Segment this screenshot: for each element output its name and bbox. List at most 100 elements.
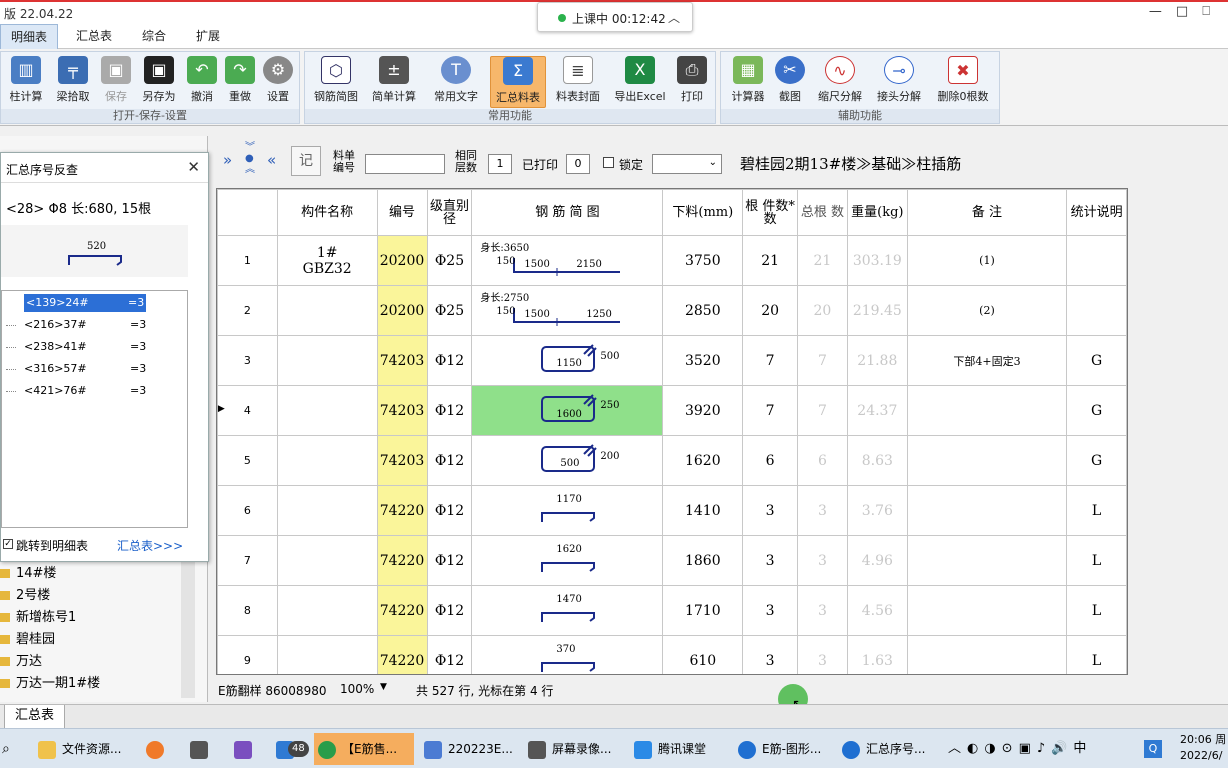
chevron-up-icon[interactable]: ︿ [668,9,680,26]
cell-total[interactable]: 7 [797,385,848,436]
cell-note[interactable]: (2) [906,285,1068,336]
cell-grade[interactable]: Φ12 [426,635,473,674]
tree-node[interactable]: <238>41# =3 [6,338,146,356]
cell-grade[interactable]: Φ12 [426,335,473,386]
cell-count[interactable]: 7 [742,385,799,436]
cell-total[interactable]: 3 [797,485,848,536]
cell-sketch[interactable]: 1170 [471,485,664,536]
simple-calc-button[interactable]: ± 简单计算 [369,56,419,108]
cell-cut-length[interactable]: 610 [662,635,744,674]
taskbar-visual-studio[interactable] [230,733,258,765]
project-item[interactable]: 万达 [0,651,42,673]
cell-index[interactable]: 7 [217,535,278,586]
joint-split-button[interactable]: ⊸ 接头分解 [874,56,924,108]
project-item[interactable]: 万达一期1#楼 [0,673,100,695]
cell-component[interactable] [276,435,378,486]
cell-component[interactable] [276,385,378,436]
taskbar-app-icon[interactable] [142,733,170,765]
tab-summary-sheet[interactable]: 汇总表 [4,705,66,729]
cell-index[interactable]: 9 [217,635,278,674]
cell-cut-length[interactable]: 3750 [662,235,744,286]
project-item[interactable]: 14#楼 [0,563,56,585]
tree-node[interactable]: <139>24# =3 [24,294,146,312]
cell-weight[interactable]: 21.88 [846,335,908,386]
cell-stat[interactable]: L [1066,535,1127,586]
taskbar-item-explorer[interactable]: 文件资源... [34,733,121,765]
cell-total[interactable]: 21 [797,235,848,286]
cell-index[interactable]: ▶ 4 [217,385,278,436]
project-item[interactable]: 2号楼 [0,585,50,607]
table-row[interactable]: 2 20200 Φ25 身长:2750 150 1500 1250 2850 20 20 2… [217,285,1127,336]
table-row[interactable]: ▶ 4 74203 Φ12 1600 250 3920 7 7 24.37 G [217,385,1127,436]
cell-code[interactable]: 20200 [376,235,428,286]
cell-count[interactable]: 7 [742,335,799,386]
cell-count[interactable]: 3 [742,485,799,536]
table-row[interactable]: 8 74220 Φ12 1470 1710 3 3 4.56 L [217,585,1127,636]
tab-detail[interactable]: 明细表 [0,24,59,49]
cell-grade[interactable]: Φ12 [426,435,473,486]
cell-stat[interactable]: G [1066,385,1127,436]
cell-component[interactable] [276,535,378,586]
printed-input[interactable]: 0 [566,154,590,174]
system-tray-icons[interactable]: ︿◐◑⊙▣♪🔊中 [948,733,1092,765]
cell-note[interactable] [906,635,1068,674]
cell-sketch[interactable]: 1600 250 [471,385,664,436]
summary-link[interactable]: 汇总表>>> [117,537,183,554]
cell-code[interactable]: 74203 [376,335,428,386]
project-item[interactable]: 碧桂园 [0,629,55,651]
zoom-select[interactable]: 100% [340,682,374,696]
cell-sketch[interactable]: 500 200 [471,435,664,486]
cell-index[interactable]: 8 [217,585,278,636]
cell-cut-length[interactable]: 1860 [662,535,744,586]
lock-select[interactable]: ⌄ [652,154,722,174]
cell-code[interactable]: 74203 [376,385,428,436]
cell-grade[interactable]: Φ25 [426,235,473,286]
cell-cut-length[interactable]: 1620 [662,435,744,486]
cell-cut-length[interactable]: 1410 [662,485,744,536]
tab-general[interactable]: 综合 [132,24,176,49]
cell-count[interactable]: 6 [742,435,799,486]
taskbar-item-recorder[interactable]: 屏幕录像... [524,733,611,765]
cell-cut-length[interactable]: 2850 [662,285,744,336]
class-status-pill[interactable]: 上课中 00:12:42 ︿ [537,2,693,32]
clock[interactable]: 20:06 周 2022/6/ [1180,732,1226,764]
export-excel-button[interactable]: X 导出Excel [611,56,669,108]
cell-count[interactable]: 3 [742,635,799,674]
tab-summary[interactable]: 汇总表 [66,24,122,49]
cell-note[interactable] [906,585,1068,636]
screenshot-button[interactable]: ✂ 截图 [765,56,815,108]
cell-sketch[interactable]: 1620 [471,535,664,586]
cell-count[interactable]: 3 [742,585,799,636]
cell-grade[interactable]: Φ12 [426,385,473,436]
table-row[interactable]: 3 74203 Φ12 1150 500 3520 7 7 21.88 下部4+固定3 G [217,335,1127,386]
table-row[interactable]: 6 74220 Φ12 1170 1410 3 3 3.76 L [217,485,1127,536]
summary-sheet-button[interactable]: Σ 汇总料表 [490,56,546,108]
cell-stat[interactable]: G [1066,335,1127,386]
table-row[interactable]: 7 74220 Φ12 1620 1860 3 3 4.96 L [217,535,1127,586]
cell-total[interactable]: 6 [797,435,848,486]
sheet-no-input[interactable] [365,154,445,174]
tree-node[interactable]: <421>76# =3 [6,382,146,400]
chevron-right-icon[interactable]: » [223,151,232,169]
cell-stat[interactable]: L [1066,635,1127,674]
lock-checkbox[interactable] [603,157,614,168]
table-row[interactable]: 1 1# GBZ32 20200 Φ25 身长:3650 150 1500 2150 37… [217,235,1127,286]
cell-grade[interactable]: Φ12 [426,535,473,586]
rebar-sketch-button[interactable]: ⬡ 钢筋简图 [311,56,361,108]
cell-sketch[interactable]: 身长:3650 150 1500 2150 [471,235,664,286]
cell-note[interactable] [906,385,1068,436]
cell-total[interactable]: 3 [797,585,848,636]
table-row[interactable]: 9 74220 Φ12 370 610 3 3 1.63 L [217,635,1127,674]
settings-button[interactable]: ⚙ 设置 [253,56,303,108]
jump-checkbox[interactable]: ✓ [3,539,13,549]
taskbar-item-summary-lookup[interactable]: 汇总序号... [838,733,925,765]
cell-index[interactable]: 2 [217,285,278,336]
cell-note[interactable] [906,435,1068,486]
delete-zero-button[interactable]: ✖ 删除0根数 [935,56,991,108]
cell-sketch[interactable]: 1150 500 [471,335,664,386]
cell-code[interactable]: 74220 [376,485,428,536]
table-row[interactable]: 5 74203 Φ12 500 200 1620 6 6 8.63 G [217,435,1127,486]
taskbar-item-220223[interactable]: 220223E... [420,733,513,765]
cell-stat[interactable] [1066,235,1127,286]
cell-grade[interactable]: Φ12 [426,485,473,536]
